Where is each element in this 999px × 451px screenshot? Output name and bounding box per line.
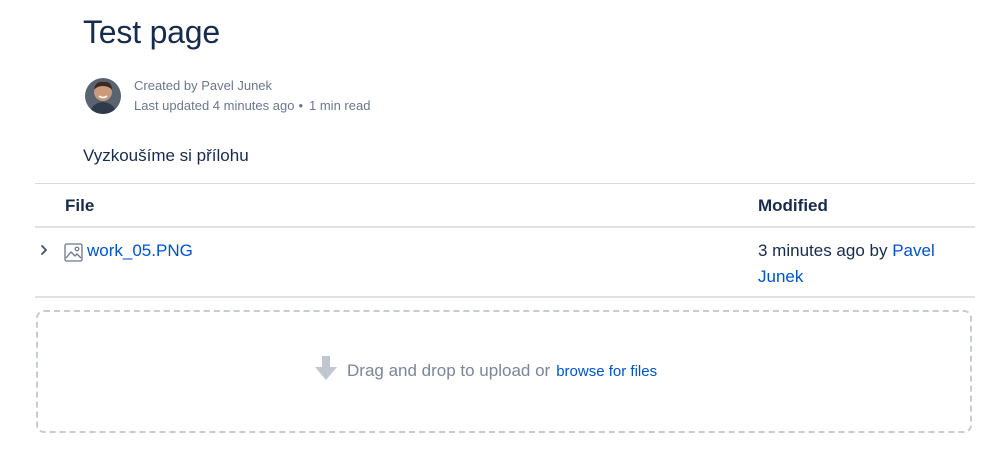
byline-text: Created by Pavel Junek Last updated 4 mi… bbox=[134, 76, 370, 116]
last-updated-link[interactable]: Last updated 4 minutes ago bbox=[134, 98, 294, 113]
avatar-image bbox=[85, 78, 121, 114]
modified-cell: 3 minutes ago by Pavel Junek bbox=[758, 238, 958, 290]
page-title: Test page bbox=[83, 14, 220, 50]
page-body-text: Vyzkoušíme si přílohu bbox=[83, 146, 249, 165]
image-file-icon bbox=[64, 243, 83, 262]
created-by: Created by Pavel Junek bbox=[134, 78, 273, 93]
modified-time: 3 minutes ago by bbox=[758, 241, 888, 260]
byline-meta: Last updated 4 minutes ago • 1 min read bbox=[134, 96, 370, 116]
author-avatar[interactable] bbox=[85, 78, 121, 114]
column-header-file[interactable]: File bbox=[65, 196, 94, 216]
page-byline: Created by Pavel Junek Last updated 4 mi… bbox=[85, 76, 370, 116]
table-bottom-divider bbox=[35, 296, 975, 298]
confluence-page: Test page Created by Pavel Junek Last up… bbox=[0, 0, 999, 451]
browse-files-link[interactable]: browse for files bbox=[556, 363, 657, 380]
read-time: 1 min read bbox=[309, 98, 371, 113]
attachment-file-link[interactable]: work_05.PNG bbox=[87, 240, 193, 262]
upload-prompt: Drag and drop to upload or browse for fi… bbox=[313, 354, 657, 382]
upload-instructions: Drag and drop to upload or bbox=[347, 361, 551, 380]
download-arrow-icon bbox=[315, 356, 337, 380]
column-header-modified[interactable]: Modified bbox=[758, 196, 828, 216]
table-top-divider bbox=[35, 183, 975, 184]
chevron-right-icon[interactable] bbox=[38, 240, 52, 260]
table-header-divider bbox=[35, 226, 975, 228]
bullet-separator: • bbox=[298, 98, 304, 113]
